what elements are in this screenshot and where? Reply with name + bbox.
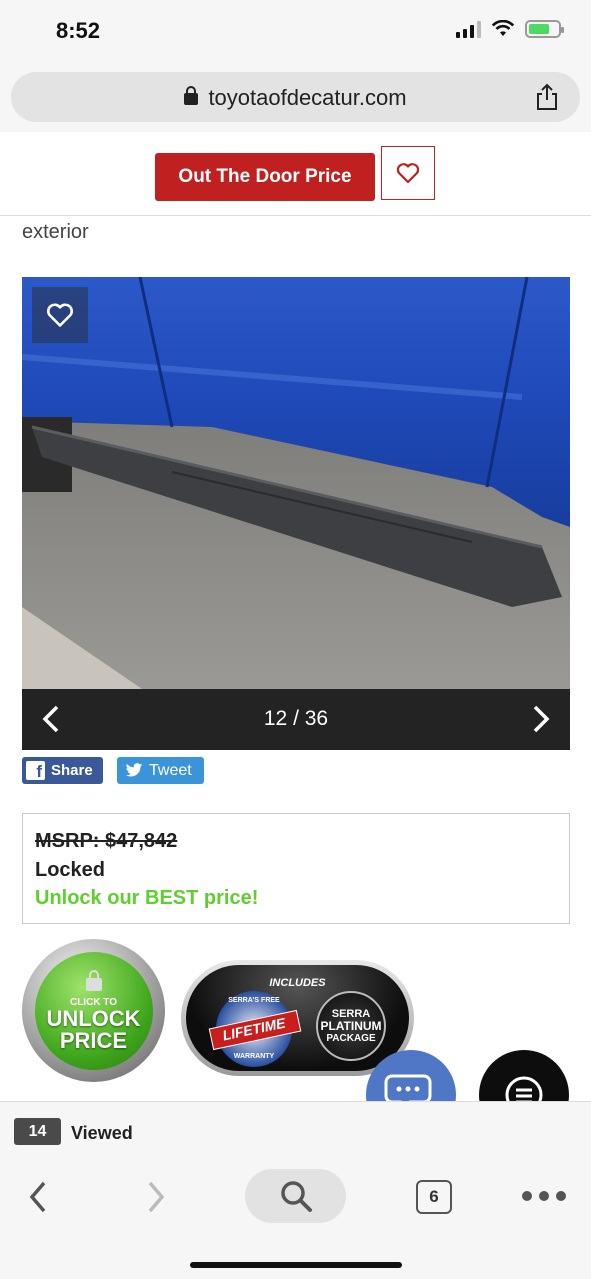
address-text-wrap: toyotaofdecatur.com	[11, 85, 580, 111]
unlock-price-badge-inner: CLICK TO UNLOCK PRICE	[34, 951, 153, 1070]
vehicle-photo[interactable]	[22, 277, 570, 689]
includes-title: INCLUDES	[269, 977, 326, 989]
heart-icon	[47, 303, 73, 327]
unlock-price-badge[interactable]: CLICK TO UNLOCK PRICE	[22, 939, 165, 1082]
share-icon[interactable]	[534, 83, 560, 111]
share-label: Share	[51, 762, 93, 779]
warranty-seal-top: SERRA'S FREE	[228, 997, 280, 1004]
photo-illustration	[22, 277, 570, 689]
warranty-seal-main: LIFETIME	[221, 1014, 287, 1044]
price-box: MSRP: $47,842 Locked Unlock our BEST pri…	[22, 813, 570, 924]
next-photo-arrow-icon[interactable]	[524, 703, 556, 735]
lock-icon	[184, 86, 199, 105]
cellular-signal-icon	[456, 20, 481, 38]
home-indicator	[190, 1262, 402, 1268]
warranty-seal-bottom: WARRANTY	[233, 1053, 275, 1060]
platinum-seal-sub: PACKAGE	[326, 1033, 376, 1045]
out-the-door-price-button[interactable]: Out The Door Price	[155, 153, 375, 201]
unlock-word: UNLOCK	[46, 1005, 141, 1031]
locked-price-label: Locked	[35, 859, 106, 881]
status-icons	[456, 20, 564, 38]
msrp-price: MSRP: $47,842	[35, 830, 178, 852]
heart-icon	[396, 163, 420, 184]
browser-address-area: toyotaofdecatur.com	[0, 64, 591, 132]
forward-arrow-icon[interactable]	[142, 1177, 170, 1217]
facebook-icon: f	[26, 761, 45, 780]
platinum-seal-main: PLATINUM	[320, 1018, 382, 1033]
twitter-bird-icon	[125, 763, 143, 777]
battery-fill	[529, 24, 549, 34]
search-button[interactable]	[245, 1169, 346, 1223]
wifi-icon	[491, 20, 515, 36]
url-text: toyotaofdecatur.com	[208, 85, 407, 110]
photo-favorite-button[interactable]	[32, 287, 88, 343]
gallery-counter: 12 / 36	[263, 707, 329, 730]
battery-icon	[525, 20, 564, 38]
favorite-button[interactable]	[381, 146, 435, 200]
viewed-count-badge: 14	[14, 1118, 61, 1145]
viewed-label: Viewed	[71, 1123, 133, 1143]
sticky-header: Out The Door Price	[0, 132, 591, 216]
more-options-icon[interactable]	[522, 1191, 566, 1203]
tabs-button[interactable]: 6	[416, 1180, 452, 1214]
padlock-icon	[85, 969, 102, 991]
section-label: exterior	[22, 221, 89, 243]
status-bar: 8:52	[0, 0, 591, 64]
status-time: 8:52	[56, 18, 101, 43]
twitter-tweet-button[interactable]: Tweet	[117, 757, 204, 784]
search-icon	[280, 1181, 312, 1212]
price-word: PRICE	[59, 1027, 128, 1053]
lifetime-warranty-seal: SERRA'S FREE LIFETIME WARRANTY	[216, 991, 292, 1067]
tweet-label: Tweet	[149, 761, 192, 779]
unlock-best-price-link[interactable]: Unlock our BEST price!	[35, 887, 258, 910]
address-bar[interactable]: toyotaofdecatur.com	[11, 72, 580, 122]
back-arrow-icon[interactable]	[24, 1177, 52, 1217]
browser-bottom-toolbar: 14 Viewed 6	[0, 1101, 591, 1279]
gallery-navigation: 12 / 36	[22, 689, 570, 750]
facebook-share-button[interactable]: f Share	[22, 757, 103, 784]
